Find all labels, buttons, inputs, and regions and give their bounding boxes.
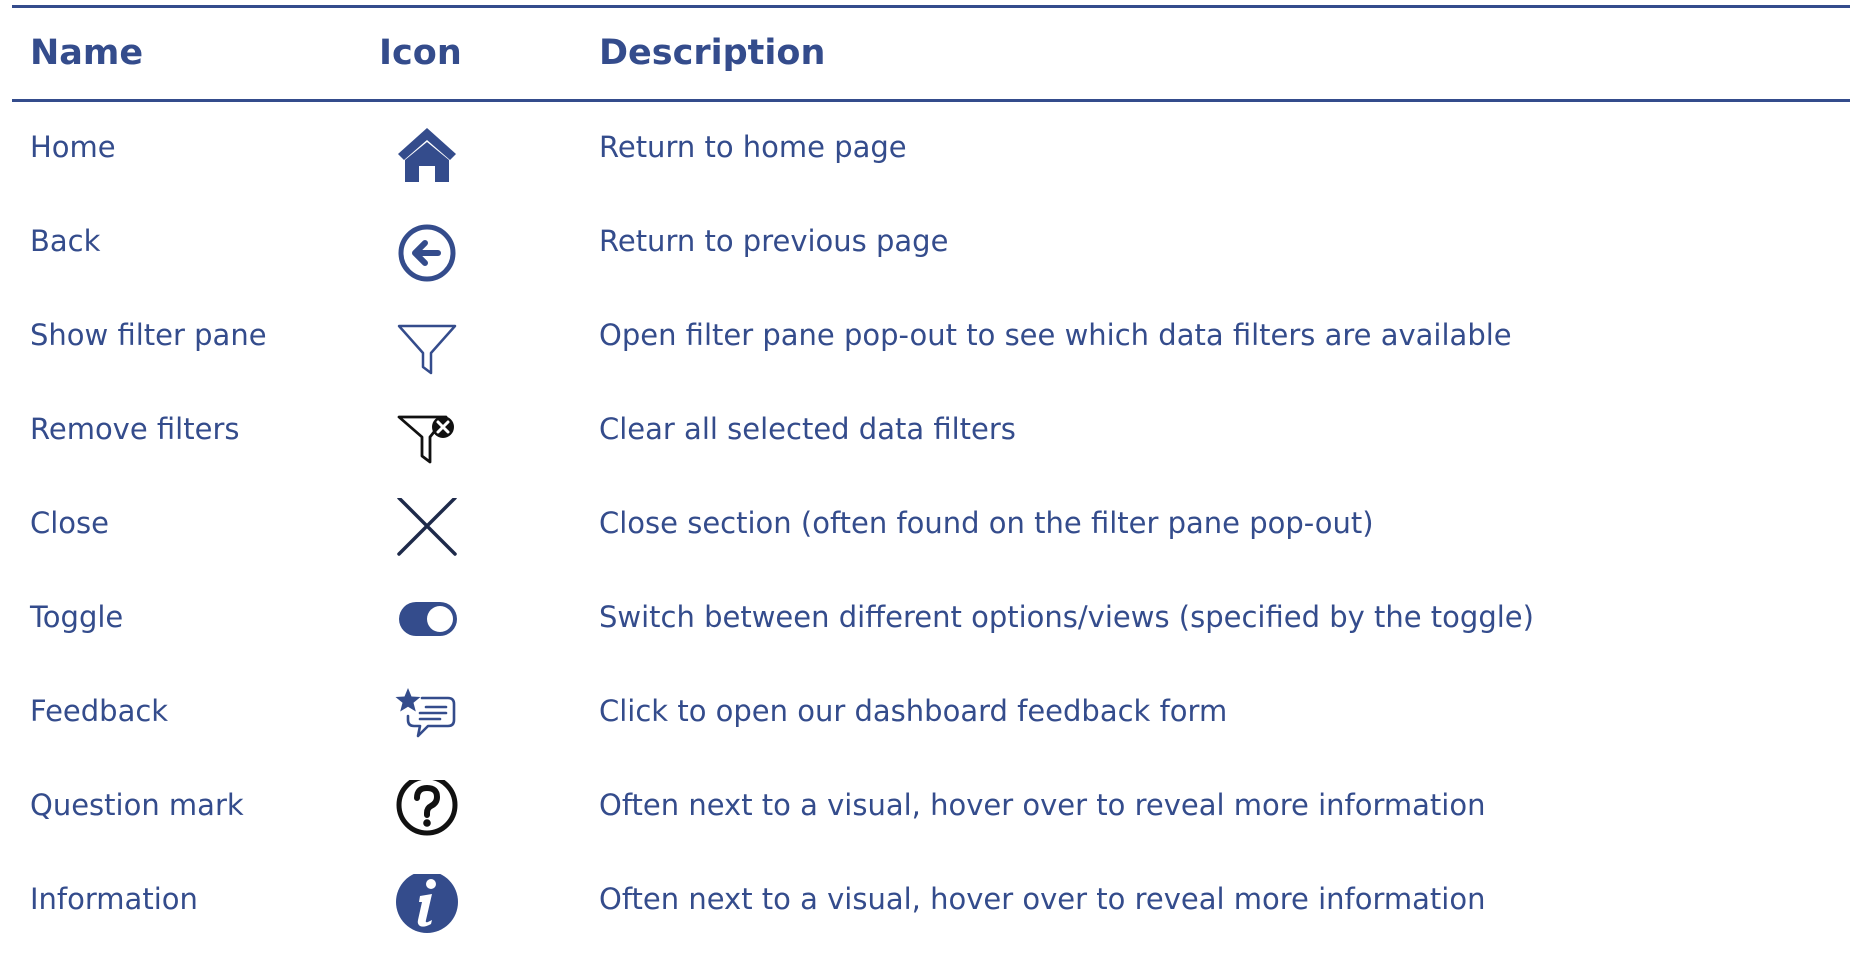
row-name: Back: [30, 224, 101, 258]
row-name: Home: [30, 130, 116, 164]
close-x-icon: [392, 498, 462, 568]
table-row: Feedback Click to open our dashboard fee…: [12, 686, 1850, 780]
table-row: Question mark Often next to a visual, ho…: [12, 780, 1850, 874]
row-name: Close: [30, 506, 109, 540]
row-description: Return to previous page: [599, 224, 949, 258]
row-description: Click to open our dashboard feedback for…: [599, 694, 1228, 728]
funnel-remove-icon: [392, 404, 462, 474]
row-name: Feedback: [30, 694, 169, 728]
row-description: Open filter pane pop-out to see which da…: [599, 318, 1512, 352]
table-row: Back Return to previous page: [12, 216, 1850, 310]
row-description: Return to home page: [599, 130, 907, 164]
table-row: Close Close section (often found on the …: [12, 498, 1850, 592]
row-name: Question mark: [30, 788, 244, 822]
table-row: Remove filters Clear all selected data f…: [12, 404, 1850, 498]
info-circle-icon: [392, 874, 462, 944]
row-description: Clear all selected data filters: [599, 412, 1016, 446]
table-row: Home Return to home page: [12, 122, 1850, 216]
row-description: Often next to a visual, hover over to re…: [599, 788, 1486, 822]
row-name: Remove filters: [30, 412, 240, 446]
table-row: Information Often next to a visual, hove…: [12, 874, 1850, 968]
row-description: Switch between different options/views (…: [599, 600, 1534, 634]
row-name: Toggle: [30, 600, 124, 634]
home-icon: [392, 122, 462, 192]
header-name: Name: [30, 33, 144, 73]
table-row: Toggle Switch between different options/…: [12, 592, 1850, 686]
table-row: Show filter pane Open filter pane pop-ou…: [12, 310, 1850, 404]
row-name: Show filter pane: [30, 318, 267, 352]
funnel-outline-icon: [392, 310, 462, 380]
header-description: Description: [599, 33, 826, 73]
row-description: Often next to a visual, hover over to re…: [599, 882, 1486, 916]
toggle-switch-icon: [392, 592, 462, 662]
top-rule: [12, 5, 1850, 8]
star-speech-bubble-icon: [392, 686, 462, 756]
header-rule: [12, 99, 1850, 102]
question-circle-icon: [392, 780, 462, 850]
back-arrow-circle-icon: [392, 216, 462, 286]
row-description: Close section (often found on the filter…: [599, 506, 1374, 540]
row-name: Information: [30, 882, 198, 916]
header-icon: Icon: [379, 33, 462, 73]
